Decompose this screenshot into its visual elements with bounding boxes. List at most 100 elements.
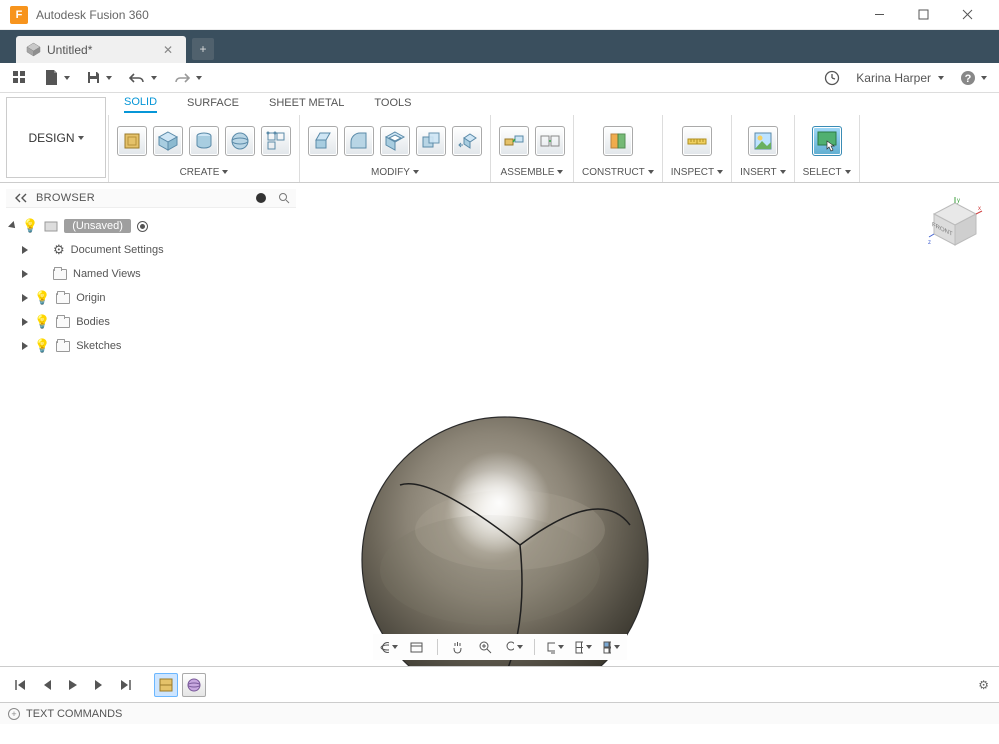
close-button[interactable] [945,0,989,30]
tree-item-label: Document Settings [71,244,164,256]
zoom-window-button[interactable] [504,637,524,657]
timeline-feature-sketch[interactable] [154,673,178,697]
navigation-bar [373,634,627,660]
file-menu-button[interactable] [44,69,70,86]
tree-item-bodies[interactable]: 💡 Bodies [10,310,292,334]
browser-collapse-icon[interactable] [12,192,30,204]
visibility-bulb-icon[interactable]: 💡 [34,290,50,306]
redo-button[interactable] [173,71,202,85]
timeline-play-button[interactable] [64,676,82,694]
viewport-canvas[interactable]: BROWSER 💡 (Unsaved) ⚙ Document Settings [0,183,999,666]
browser-header[interactable]: BROWSER [6,189,296,208]
help-button[interactable]: ? [960,70,987,86]
title-bar: F Autodesk Fusion 360 [0,0,999,30]
select-button[interactable] [812,126,842,156]
tree-item-label: Origin [76,292,105,304]
tree-root[interactable]: 💡 (Unsaved) [10,214,292,238]
document-tab-bar: Untitled* ✕ + [0,30,999,63]
folder-icon [56,293,70,304]
folder-icon [56,317,70,328]
tree-item-document-settings[interactable]: ⚙ Document Settings [10,238,292,262]
expand-icon[interactable] [22,318,28,326]
assemble-asbuilt-button[interactable] [535,126,565,156]
visibility-bulb-icon[interactable]: 💡 [34,314,50,330]
inspect-group-dropdown[interactable]: INSPECT [671,165,723,182]
assemble-group-dropdown[interactable]: ASSEMBLE [499,165,565,182]
timeline-feature-revolve[interactable] [182,673,206,697]
display-settings-button[interactable] [545,637,565,657]
text-commands-bar[interactable]: + TEXT COMMANDS [0,702,999,724]
select-group-dropdown[interactable]: SELECT [803,165,851,182]
create-group-dropdown[interactable]: CREATE [117,165,291,182]
create-cylinder-button[interactable] [189,126,219,156]
shell-button[interactable] [380,126,410,156]
inspect-measure-button[interactable] [682,126,712,156]
view-cube[interactable]: FRONT x y z [928,197,983,252]
save-button[interactable] [86,70,112,85]
maximize-button[interactable] [901,0,945,30]
look-at-button[interactable] [407,637,427,657]
construct-group-dropdown[interactable]: CONSTRUCT [582,165,654,182]
press-pull-button[interactable] [308,126,338,156]
ribbon-tab-solid[interactable]: SOLID [124,96,157,113]
timeline-step-forward-button[interactable] [90,676,108,694]
timeline-start-button[interactable] [10,676,30,694]
expand-icon[interactable] [22,342,28,350]
timeline-end-button[interactable] [116,676,136,694]
workspace-switcher[interactable]: DESIGN [6,97,106,178]
combine-button[interactable] [416,126,446,156]
data-panel-button[interactable] [12,70,28,86]
document-tab-title: Untitled* [47,43,92,57]
root-label: (Unsaved) [64,219,131,233]
insert-group-dropdown[interactable]: INSERT [740,165,786,182]
expand-icon[interactable] [8,221,18,231]
timeline-step-back-button[interactable] [38,676,56,694]
zoom-button[interactable] [476,637,496,657]
fillet-button[interactable] [344,126,374,156]
tree-item-label: Sketches [76,340,121,352]
new-tab-button[interactable]: + [192,38,214,60]
orbit-button[interactable] [379,637,399,657]
expand-icon[interactable] [22,270,28,278]
modify-group-dropdown[interactable]: MODIFY [308,165,482,182]
pan-button[interactable] [448,637,468,657]
create-box-button[interactable] [153,126,183,156]
undo-button[interactable] [128,71,157,85]
create-form-button[interactable] [261,126,291,156]
move-copy-button[interactable] [452,126,482,156]
insert-button[interactable] [748,126,778,156]
tree-item-origin[interactable]: 💡 Origin [10,286,292,310]
component-icon [44,219,58,233]
viewport-layout-button[interactable] [601,637,621,657]
visibility-bulb-icon[interactable]: 💡 [22,218,38,234]
timeline-bar: ⚙ [0,666,999,702]
ribbon-tab-surface[interactable]: SURFACE [187,97,239,112]
create-sketch-button[interactable] [117,126,147,156]
document-tab[interactable]: Untitled* ✕ [16,36,186,63]
browser-options-button[interactable] [256,193,266,203]
close-tab-button[interactable]: ✕ [160,43,176,57]
create-sphere-button[interactable] [225,126,255,156]
visibility-bulb-icon[interactable]: 💡 [34,338,50,354]
cube-icon [26,42,41,57]
minimize-button[interactable] [857,0,901,30]
expand-icon[interactable] [22,294,28,302]
job-status-button[interactable] [824,70,840,86]
grid-settings-button[interactable] [573,637,593,657]
timeline-settings-button[interactable]: ⚙ [978,678,989,692]
active-component-indicator[interactable] [137,221,148,232]
tree-item-sketches[interactable]: 💡 Sketches [10,334,292,358]
tree-item-named-views[interactable]: Named Views [10,262,292,286]
svg-text:x: x [978,206,981,212]
tree-item-label: Named Views [73,268,141,280]
construct-plane-button[interactable] [603,126,633,156]
ribbon-tab-tools[interactable]: TOOLS [374,97,411,112]
assemble-joint-button[interactable] [499,126,529,156]
expand-text-commands-icon[interactable]: + [8,708,20,720]
browser-search-button[interactable] [278,192,290,204]
svg-text:z: z [928,240,931,246]
user-menu[interactable]: Karina Harper [856,71,944,85]
ribbon-tab-sheetmetal[interactable]: SHEET METAL [269,97,344,112]
expand-icon[interactable] [22,246,28,254]
model-body-sphere[interactable] [360,415,650,666]
